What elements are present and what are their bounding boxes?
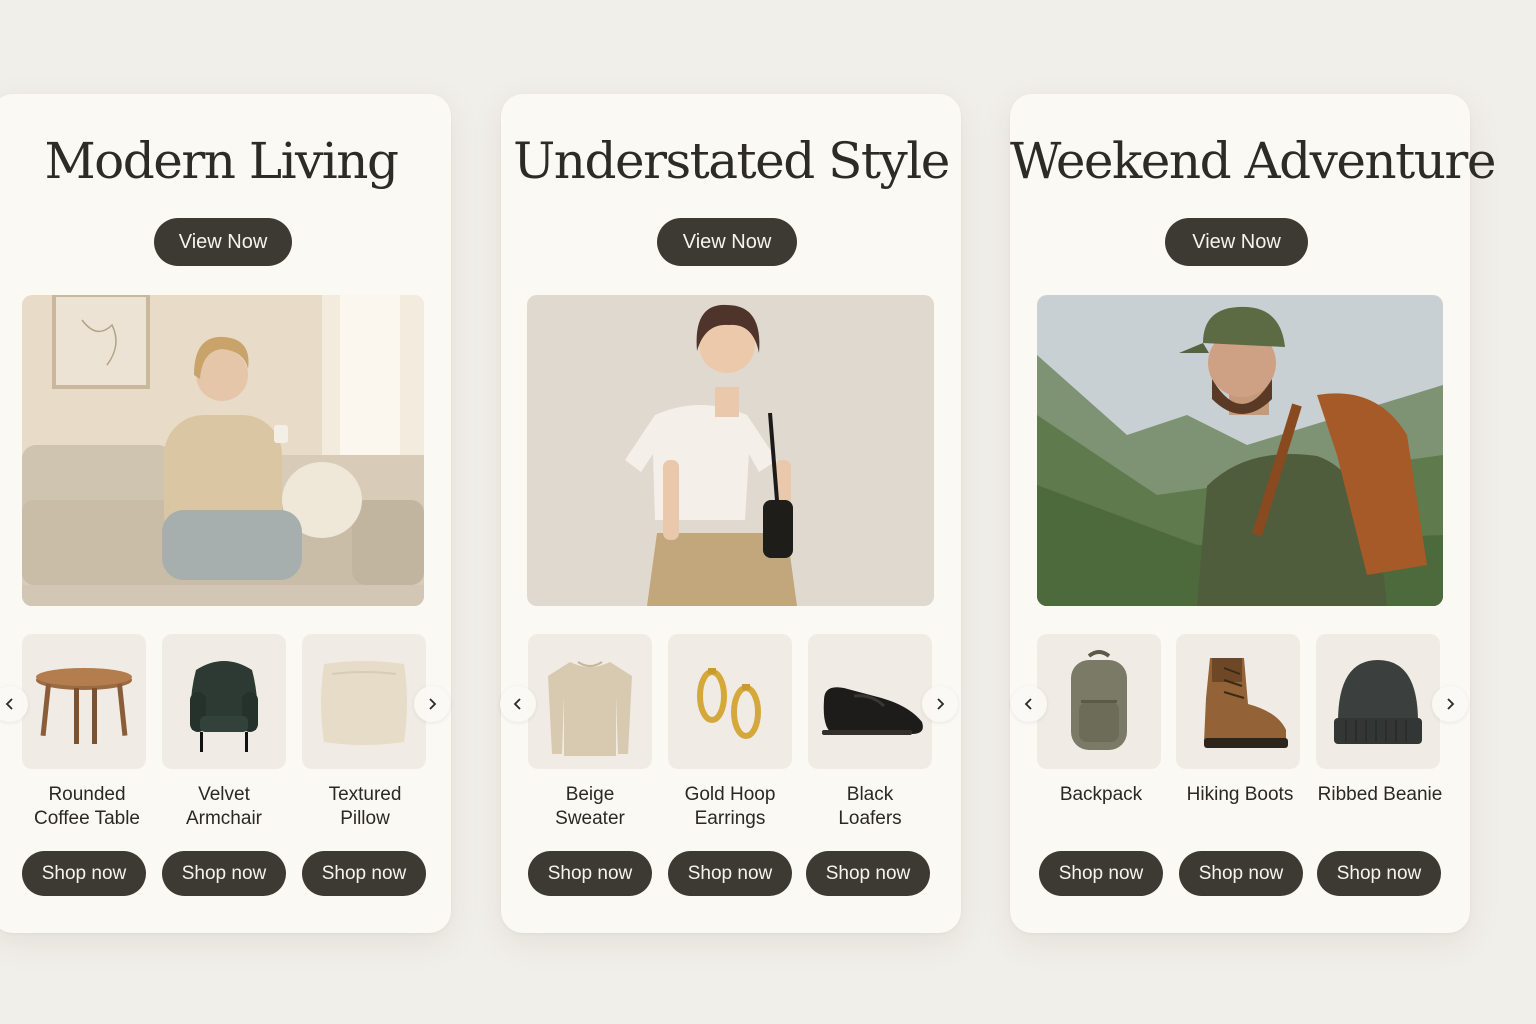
- collection-title: Weekend Adventure: [1010, 132, 1496, 190]
- product-name: Textured Pillow: [328, 784, 402, 829]
- collection-card-modern-living: Modern Living View Now Rounded Coffee Ta…: [0, 94, 451, 933]
- carousel-prev-button[interactable]: [1011, 686, 1047, 722]
- chevron-left-icon: [1024, 698, 1032, 710]
- collection-card-weekend-adventure: Weekend Adventure View Now Backpack Hiki…: [1010, 94, 1496, 933]
- product-name: Velvet Armchair: [185, 784, 262, 829]
- product-name: Gold Hoop Earrings: [684, 784, 776, 829]
- armchair-icon: [190, 661, 258, 752]
- shop-now-button[interactable]: Shop now: [528, 851, 652, 896]
- hiking-boot-icon: [1204, 658, 1288, 748]
- carousel-next-button[interactable]: [414, 686, 450, 722]
- sweater-icon: [548, 661, 632, 756]
- shop-now-button[interactable]: Shop now: [22, 851, 146, 896]
- product-name: Black Loafers: [838, 784, 902, 829]
- shop-now-button[interactable]: Shop now: [1179, 851, 1303, 896]
- chevron-left-icon: [5, 698, 13, 710]
- chevron-right-icon: [429, 698, 437, 710]
- earrings-icon: [697, 668, 761, 739]
- shop-now-button[interactable]: Shop now: [668, 851, 792, 896]
- product-name: Hiking Boots: [1186, 784, 1294, 805]
- pillow-icon: [321, 661, 407, 745]
- product-tile-backpack[interactable]: [1037, 634, 1161, 769]
- hero-image-hiker: [1037, 295, 1443, 606]
- product-name: Backpack: [1059, 784, 1143, 805]
- hero-image-fashion-model: [527, 295, 934, 606]
- chevron-right-icon: [937, 698, 945, 710]
- carousel-next-button[interactable]: [1432, 686, 1468, 722]
- backpack-icon: [1071, 650, 1127, 750]
- view-now-button[interactable]: View Now: [657, 218, 797, 266]
- product-name: Beige Sweater: [555, 784, 625, 829]
- product-tile-earrings[interactable]: [668, 634, 792, 769]
- shop-now-button[interactable]: Shop now: [1039, 851, 1163, 896]
- product-tile-pillow[interactable]: [302, 634, 426, 769]
- product-tile-hiking-boots[interactable]: [1176, 634, 1300, 769]
- product-tile-armchair[interactable]: [162, 634, 286, 769]
- carousel-next-button[interactable]: [922, 686, 958, 722]
- product-tile-beanie[interactable]: [1316, 634, 1440, 769]
- product-tile-loafers[interactable]: [808, 634, 932, 769]
- collection-card-understated-style: Understated Style View Now Beige Sweater…: [500, 94, 961, 933]
- collection-title: Understated Style: [513, 132, 950, 190]
- product-name: Ribbed Beanie: [1317, 784, 1443, 805]
- view-now-button[interactable]: View Now: [1165, 218, 1308, 266]
- shop-now-button[interactable]: Shop now: [806, 851, 930, 896]
- loafer-icon: [822, 687, 923, 735]
- product-tile-coffee-table[interactable]: [22, 634, 146, 769]
- view-now-button[interactable]: View Now: [154, 218, 292, 266]
- carousel-prev-button[interactable]: [500, 686, 536, 722]
- product-name: Rounded Coffee Table: [34, 784, 140, 829]
- hero-image-living-room: [22, 295, 424, 606]
- shop-now-button[interactable]: Shop now: [162, 851, 286, 896]
- coffee-table-icon: [36, 668, 132, 744]
- collection-title: Modern Living: [44, 132, 399, 190]
- beanie-icon: [1334, 660, 1422, 744]
- chevron-left-icon: [513, 698, 521, 710]
- shop-now-button[interactable]: Shop now: [302, 851, 426, 896]
- product-tile-sweater[interactable]: [528, 634, 652, 769]
- shop-now-button[interactable]: Shop now: [1317, 851, 1441, 896]
- chevron-right-icon: [1447, 698, 1455, 710]
